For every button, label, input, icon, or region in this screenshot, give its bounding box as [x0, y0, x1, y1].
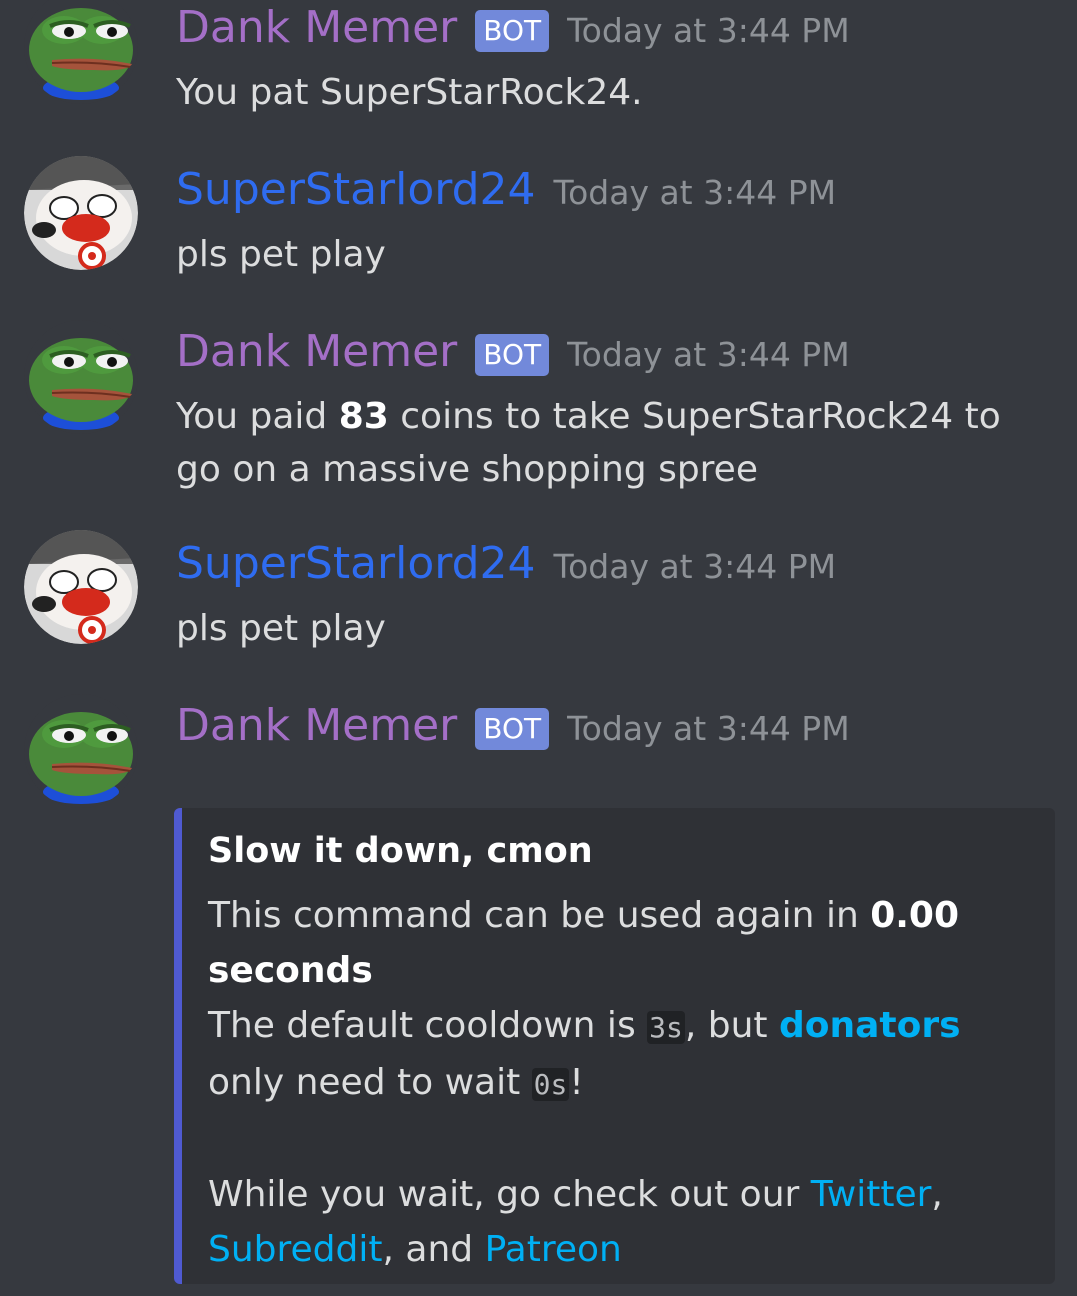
- avatar[interactable]: [24, 156, 138, 270]
- text-segment: This command can be used again in: [208, 895, 871, 936]
- embed-title: Slow it down, cmon: [208, 831, 593, 871]
- message-header: Dank Memer BOT Today at 3:44 PM: [176, 330, 850, 378]
- username[interactable]: SuperStarlord24: [176, 542, 536, 586]
- text-segment: , but: [684, 1005, 779, 1046]
- donators-link[interactable]: donators: [779, 1005, 961, 1046]
- message-header: Dank Memer BOT Today at 3:44 PM: [176, 6, 850, 54]
- message-header: Dank Memer BOT Today at 3:44 PM: [176, 704, 850, 752]
- embed-card: Slow it down, cmon This command can be u…: [174, 808, 1055, 1284]
- text-segment: only need to wait: [208, 1062, 532, 1103]
- message-text: pls pet play: [176, 608, 386, 649]
- timestamp: Today at 3:44 PM: [567, 11, 850, 50]
- username[interactable]: SuperStarlord24: [176, 168, 536, 212]
- avatar[interactable]: [24, 694, 138, 808]
- bot-badge: BOT: [475, 10, 550, 52]
- subreddit-link[interactable]: Subreddit: [208, 1229, 383, 1270]
- message-text: pls pet play: [176, 234, 386, 275]
- timestamp: Today at 3:44 PM: [553, 173, 837, 212]
- message-text: You pat SuperStarRock24.: [176, 72, 643, 113]
- username[interactable]: Dank Memer: [176, 6, 457, 50]
- avatar[interactable]: [24, 320, 138, 434]
- patreon-link[interactable]: Patreon: [485, 1229, 622, 1270]
- timestamp: Today at 3:44 PM: [567, 709, 850, 748]
- inline-code: 0s: [531, 1068, 570, 1101]
- message-header: SuperStarlord24 Today at 3:44 PM: [176, 542, 837, 587]
- coin-amount: 83: [338, 396, 389, 437]
- inline-code: 3s: [647, 1011, 685, 1044]
- text-segment: The default cooldown is: [208, 1005, 648, 1046]
- embed-description: This command can be used again in 0.00 s…: [208, 888, 1025, 1277]
- text-segment: ,: [931, 1174, 943, 1215]
- avatar[interactable]: [24, 0, 138, 104]
- username[interactable]: Dank Memer: [176, 330, 457, 374]
- timestamp: Today at 3:44 PM: [567, 335, 850, 374]
- username[interactable]: Dank Memer: [176, 704, 457, 748]
- message-header: SuperStarlord24 Today at 3:44 PM: [176, 168, 837, 213]
- timestamp: Today at 3:44 PM: [553, 547, 837, 586]
- text-segment: , and: [382, 1229, 485, 1270]
- avatar[interactable]: [24, 530, 138, 644]
- twitter-link[interactable]: Twitter: [811, 1174, 932, 1215]
- text-segment: While you wait, go check out our: [208, 1174, 811, 1215]
- text-segment: You paid: [176, 396, 339, 437]
- text-segment: !: [569, 1062, 584, 1103]
- bot-badge: BOT: [475, 708, 550, 750]
- message-text: You paid 83 coins to take SuperStarRock2…: [176, 390, 1047, 496]
- bot-badge: BOT: [475, 334, 550, 376]
